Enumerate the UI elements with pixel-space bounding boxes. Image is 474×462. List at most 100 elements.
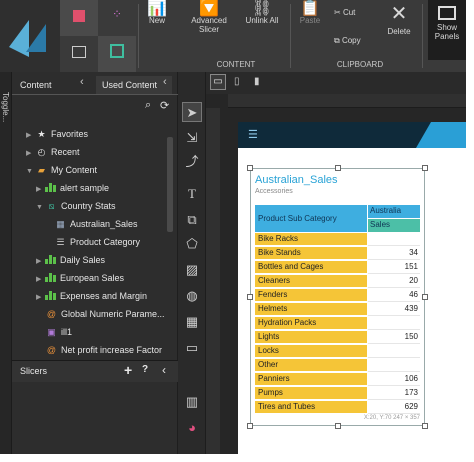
row-label[interactable]: Bottles and Cages: [255, 261, 367, 274]
add-slicer-button[interactable]: +: [124, 362, 132, 378]
transform-icon[interactable]: ⧉: [182, 210, 202, 230]
delete-button[interactable]: ✕ Delete: [382, 4, 416, 36]
tree-item-my-content[interactable]: ▼ ▰ My Content: [26, 162, 97, 179]
panel-tool-icon[interactable]: ▭: [182, 338, 202, 358]
delete-x-icon: ✕: [390, 3, 408, 25]
select-pointer-icon[interactable]: ➤: [182, 102, 202, 122]
header-measure[interactable]: Sales: [368, 219, 420, 232]
phone-icon[interactable]: ▮: [254, 76, 260, 87]
row-label[interactable]: Tires and Tubes: [255, 401, 367, 414]
used-content-chevron-icon[interactable]: ‹: [163, 76, 167, 88]
connector-icon[interactable]: ⤴: [182, 152, 202, 172]
scissors-icon: ✂: [334, 8, 343, 17]
tree-item-daily-sales[interactable]: ▶ Daily Sales: [36, 252, 105, 269]
unlink-all-button[interactable]: ⛓ Unlink All: [242, 1, 282, 26]
resize-handle-tm[interactable]: [335, 165, 341, 171]
row-value[interactable]: 173: [368, 387, 420, 400]
table-row: Panniers 106: [255, 373, 420, 386]
row-value[interactable]: 629: [368, 401, 420, 414]
tree-item-product-category[interactable]: ☰ Product Category: [54, 234, 140, 251]
widget-subtitle: Accessories: [255, 188, 293, 195]
tree-item-ill1[interactable]: ▣ ill1: [36, 324, 72, 341]
resize-handle-br[interactable]: [422, 423, 428, 429]
cut-label: Cut: [342, 8, 356, 17]
web-tool-icon[interactable]: ◍: [182, 286, 202, 306]
refresh-icon[interactable]: ⟳: [160, 99, 169, 112]
row-value[interactable]: 106: [368, 373, 420, 386]
row-label[interactable]: Panniers: [255, 373, 367, 386]
row-label[interactable]: Fenders: [255, 289, 367, 302]
tablet-icon[interactable]: ▯: [234, 76, 240, 87]
tree-item-country-stats[interactable]: ▼ ⧅ Country Stats: [36, 198, 116, 215]
row-label[interactable]: Lights: [255, 331, 367, 344]
tree-item-recent[interactable]: ▶ ◴ Recent: [26, 144, 80, 161]
tab-used-content[interactable]: Used Content: [96, 76, 172, 94]
tree-item-european-sales[interactable]: ▶ European Sales: [36, 270, 124, 287]
tab-content[interactable]: Content: [20, 76, 52, 94]
tree-item-alert-sample[interactable]: ▶ alert sample: [36, 180, 109, 197]
table-widget[interactable]: Australian_Sales Accessories Product Sub…: [247, 165, 428, 429]
row-label[interactable]: Bike Racks: [255, 233, 367, 246]
resize-handle-ml[interactable]: [247, 294, 253, 300]
row-label[interactable]: Hydration Packs: [255, 317, 367, 330]
layout-button-red[interactable]: [60, 0, 98, 36]
text-tool-icon[interactable]: T: [182, 184, 202, 204]
desktop-icon[interactable]: ▭: [210, 74, 226, 90]
explore-strip[interactable]: Toggle...: [0, 72, 12, 454]
row-value[interactable]: 34: [368, 247, 420, 260]
row-value[interactable]: 439: [368, 303, 420, 316]
paste-button[interactable]: 📋 Paste: [294, 1, 326, 26]
tree-item-favorites[interactable]: ▶ ★ Favorites: [26, 126, 88, 143]
layout-button-teal[interactable]: [98, 36, 136, 72]
cut-button[interactable]: ✂ Cut: [334, 8, 374, 17]
tree-scrollbar[interactable]: [167, 137, 173, 232]
advanced-slicer-button[interactable]: 🔽 Advanced Slicer: [186, 1, 232, 35]
layout-button-box[interactable]: [60, 36, 98, 72]
row-value[interactable]: 20: [368, 275, 420, 288]
help-button[interactable]: ?: [142, 364, 148, 375]
resize-handle-bl[interactable]: [247, 423, 253, 429]
tree-item-net-profit[interactable]: @ Net profit increase Factor: [36, 342, 162, 356]
tree-item-global-numeric[interactable]: @ Global Numeric Parame...: [36, 306, 165, 323]
row-value[interactable]: 46: [368, 289, 420, 302]
row-label[interactable]: Other: [255, 359, 367, 372]
row-value[interactable]: [368, 359, 420, 372]
bar-chart-icon: [45, 291, 56, 300]
search-icon[interactable]: ⌕: [145, 99, 151, 112]
clipboard-group-label: CLIPBOARD: [336, 60, 384, 69]
menu-icon[interactable]: ☰: [248, 128, 258, 141]
row-value[interactable]: [368, 317, 420, 330]
row-label[interactable]: Bike Stands: [255, 247, 367, 260]
slicers-collapse-button[interactable]: ‹: [162, 363, 166, 377]
resize-handle-tl[interactable]: [247, 165, 253, 171]
copy-button[interactable]: ⧉ Copy: [334, 36, 374, 45]
row-label[interactable]: Cleaners: [255, 275, 367, 288]
resize-handle-bm[interactable]: [335, 423, 341, 429]
teal-panel-icon: [110, 44, 124, 58]
direct-select-icon[interactable]: ⇲: [182, 128, 202, 148]
tree-item-expenses-margin[interactable]: ▶ Expenses and Margin: [36, 288, 147, 305]
collapse-chevron-icon[interactable]: ‹: [80, 76, 84, 88]
theme-tool-icon[interactable]: ◕: [182, 418, 202, 438]
header-dimension[interactable]: Product Sub Category: [255, 205, 367, 232]
row-value[interactable]: 151: [368, 261, 420, 274]
resize-handle-mr[interactable]: [422, 294, 428, 300]
table-tool-icon[interactable]: ▦: [182, 312, 202, 332]
expand-arrow-icon: ▶: [36, 276, 42, 283]
row-label[interactable]: Locks: [255, 345, 367, 358]
header-country[interactable]: Australia: [368, 205, 420, 218]
show-panels-button[interactable]: Show Panels: [428, 0, 466, 60]
chart-tool-icon[interactable]: ▥: [182, 392, 202, 412]
resize-handle-tr[interactable]: [422, 165, 428, 171]
new-button[interactable]: 📊 New: [142, 1, 172, 26]
row-label[interactable]: Pumps: [255, 387, 367, 400]
row-value[interactable]: [368, 345, 420, 358]
row-value[interactable]: [368, 233, 420, 246]
row-label[interactable]: Helmets: [255, 303, 367, 316]
layout-button-dots[interactable]: ⁘: [98, 0, 136, 36]
shape-tool-icon[interactable]: ⬠: [182, 234, 202, 254]
row-value[interactable]: 150: [368, 331, 420, 344]
image-tool-icon[interactable]: ▨: [182, 260, 202, 280]
tree-item-australian-sales[interactable]: ▦ Australian_Sales: [54, 216, 137, 233]
tool-strip: ➤ ⇲ ⤴ T ⧉ ⬠ ▨ ◍ ▦ ▭ ▥ ◕: [178, 72, 206, 454]
